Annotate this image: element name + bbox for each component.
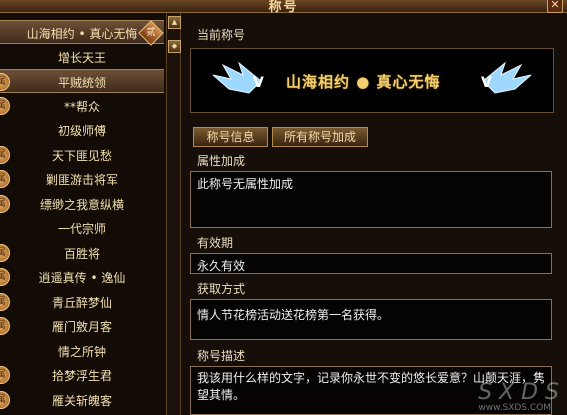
current-title-banner: V 山海相约 ● 真心无悔 V	[190, 48, 554, 113]
left-wing-icon: V	[212, 61, 264, 94]
list-item-label: 剿匪游击将军	[45, 173, 118, 187]
list-item[interactable]: 一代宗师	[0, 216, 164, 240]
scroll-up-icon[interactable]: ▲	[168, 16, 181, 29]
list-item-label: 雁门敫月客	[51, 320, 112, 334]
window-titlebar: 称号 ✕	[0, 0, 567, 15]
list-item[interactable]: 属 **帮众	[0, 94, 164, 118]
list-item-label: **帮众	[63, 99, 100, 114]
svg-text:V: V	[253, 75, 264, 91]
list-item-label: 初级师傅	[57, 124, 106, 138]
obtain-label: 获取方式	[197, 282, 246, 296]
validity-label: 有效期	[197, 236, 234, 250]
list-item[interactable]: 属青丘醉梦仙	[0, 290, 164, 314]
list-item[interactable]: 增长天王	[0, 45, 164, 69]
list-item[interactable]: 属天下匪见愁	[0, 143, 164, 167]
validity-box: 永久有效	[190, 253, 552, 274]
list-item[interactable]: 属剿匪游击将军	[0, 167, 164, 191]
obtain-box: 情人节花榜活动送花榜第一名获得。	[190, 299, 552, 340]
desc-label: 称号描述	[197, 349, 246, 363]
list-item-label: 逍遥真传 • 逸仙	[38, 271, 126, 285]
list-item-label: 平贼统领	[57, 76, 106, 90]
list-item[interactable]: 属平贼统领	[0, 69, 164, 93]
svg-text:V: V	[481, 75, 492, 91]
scroll-thumb-icon[interactable]: ◆	[168, 40, 181, 53]
watermark: S X D S	[478, 380, 559, 405]
list-item-label: 百胜将	[63, 246, 100, 261]
close-icon[interactable]: ✕	[547, 0, 563, 13]
attr-box: 此称号无属性加成	[190, 171, 552, 228]
watermark-site: www.SXDS.COM	[478, 403, 551, 413]
list-item[interactable]: 情之所钟	[0, 339, 164, 363]
list-item-label: 一代宗师	[57, 222, 106, 236]
list-item[interactable]: 属缥缈之我意纵横	[0, 192, 164, 216]
tab-title-info[interactable]: 称号信息	[193, 127, 268, 147]
tab-all-title-bonus[interactable]: 所有称号加成	[272, 127, 368, 147]
list-item[interactable]: 属百胜将	[0, 241, 164, 265]
list-item[interactable]: 属雁门敫月客	[0, 314, 164, 338]
list-item[interactable]: 属逍遥真传 • 逸仙	[0, 265, 164, 289]
list-item[interactable]: 属拾梦浮生君	[0, 363, 164, 387]
list-item-label: 情之所钟	[57, 344, 106, 359]
list-item-label: 拾梦浮生君	[51, 369, 112, 383]
list-item-label: 青丘醉梦仙	[51, 295, 112, 310]
list-item-label: 增长天王	[57, 50, 106, 65]
list-item[interactable]: 初级师傅	[0, 118, 164, 142]
list-item[interactable]: 山海相约 • 真心无悔贰	[0, 20, 164, 46]
list-item-label: 天下匪见愁	[51, 148, 112, 163]
title-window: 称号 ✕ 山海相约 • 真心无悔贰增长天王属平贼统领属 **帮众初级师傅属天下匪见…	[0, 0, 567, 415]
rank-badge-text: 贰	[146, 28, 156, 38]
list-item-label: 雁关斩魄客	[51, 393, 112, 408]
attr-label: 属性加成	[197, 154, 246, 168]
current-title-name: 山海相约 ● 真心无悔	[286, 73, 441, 91]
title-list: 山海相约 • 真心无悔贰增长天王属平贼统领属 **帮众初级师傅属天下匪见愁属剿匪游…	[0, 13, 164, 415]
current-title-label: 当前称号	[197, 28, 246, 42]
list-scrollbar[interactable]: ▲ ◆	[166, 13, 181, 415]
list-item[interactable]: 属雁关斩魄客	[0, 388, 164, 412]
right-wing-icon: V	[481, 61, 532, 94]
list-item-label: 缥缈之我意纵横	[39, 197, 124, 212]
